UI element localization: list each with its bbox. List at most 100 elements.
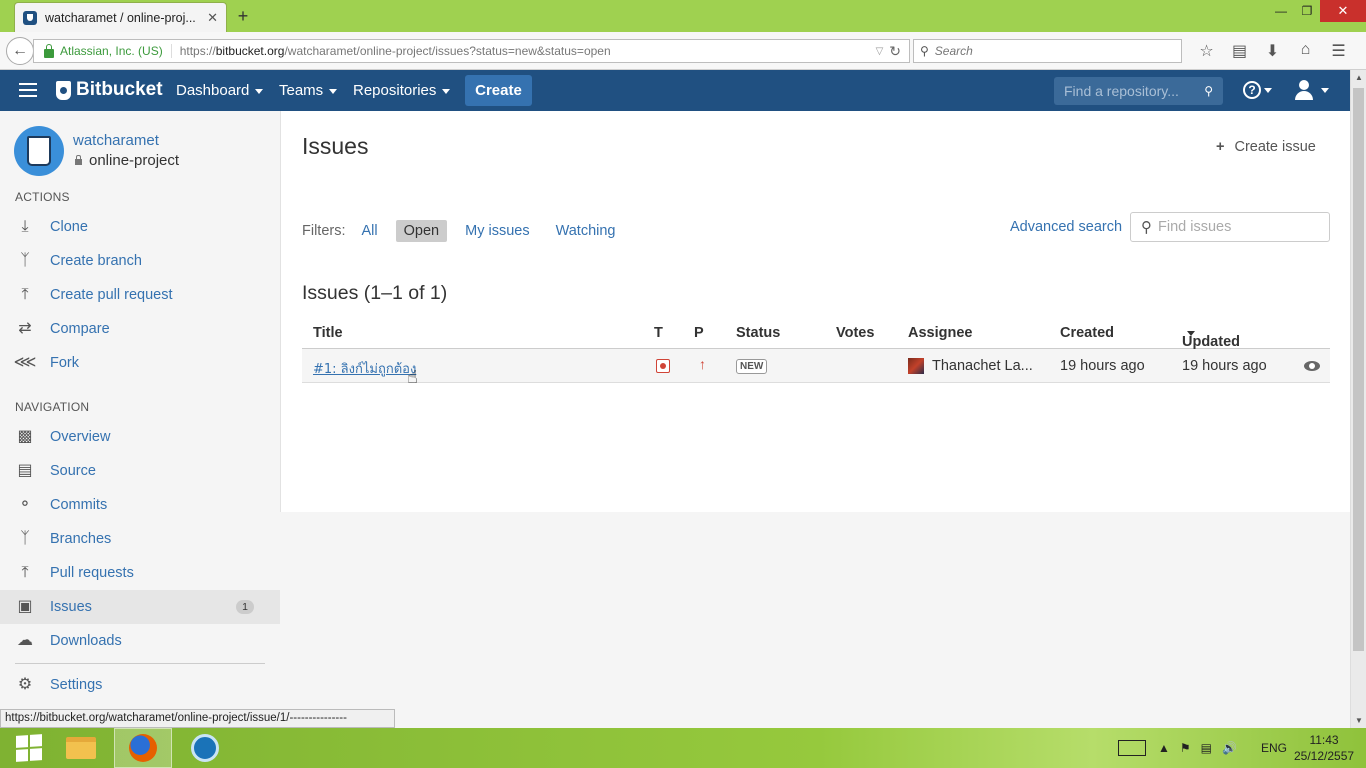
taskbar-file-explorer[interactable] bbox=[52, 728, 110, 768]
sidebar-item-pull-requests[interactable]: ⤒ Pull requests bbox=[0, 556, 280, 590]
filter-my-issues[interactable]: My issues bbox=[465, 223, 529, 239]
scroll-down-icon[interactable]: ▼ bbox=[1355, 716, 1363, 725]
create-button[interactable]: Create bbox=[465, 75, 532, 106]
window-close-button[interactable]: ✕ bbox=[1320, 0, 1366, 22]
filter-watching[interactable]: Watching bbox=[556, 223, 616, 239]
window-controls: — ❐ ✕ bbox=[1268, 0, 1366, 22]
scrollbar-thumb[interactable] bbox=[1353, 88, 1364, 651]
sidebar-item-compare[interactable]: ⇄ Compare bbox=[0, 312, 280, 346]
priority-major-icon: ↑ bbox=[699, 356, 706, 372]
nav-teams[interactable]: Teams bbox=[279, 82, 337, 99]
minimize-button[interactable]: — bbox=[1268, 0, 1294, 22]
column-priority[interactable]: P bbox=[694, 325, 704, 341]
sidebar-item-settings[interactable]: ⚙ Settings bbox=[0, 668, 280, 702]
bitbucket-favicon-icon bbox=[23, 10, 37, 25]
reload-icon[interactable]: ↻ bbox=[889, 43, 901, 60]
bitbucket-logo[interactable]: Bitbucket bbox=[56, 79, 163, 101]
sidebar-item-branches[interactable]: ᛉ Branches bbox=[0, 522, 280, 556]
clock-time: 11:43 bbox=[1309, 733, 1339, 747]
filter-all[interactable]: All bbox=[362, 223, 378, 239]
create-branch-icon: ᛉ bbox=[20, 252, 30, 269]
filter-open[interactable]: Open bbox=[395, 220, 448, 242]
status-badge[interactable]: NEW bbox=[736, 359, 768, 374]
start-button[interactable] bbox=[0, 728, 58, 768]
repository-owner-link[interactable]: watcharamet bbox=[73, 132, 159, 149]
column-type[interactable]: T bbox=[654, 325, 663, 341]
site-identity[interactable]: Atlassian, Inc. (US) bbox=[60, 44, 172, 58]
create-issue-button[interactable]: + Create issue bbox=[1216, 139, 1316, 155]
sidebar-item-overview[interactable]: ▩ Overview bbox=[0, 420, 280, 454]
windows-logo-icon bbox=[16, 734, 42, 762]
column-updated-label: Updated bbox=[1182, 334, 1240, 350]
repository-avatar[interactable] bbox=[14, 126, 64, 176]
search-placeholder: Search bbox=[934, 44, 973, 58]
browser-search-input[interactable]: ⚲ Search bbox=[913, 39, 1182, 63]
table-row[interactable]: #1: ลิงก์ไม่ถูกต้อง ↑ NEW Thanachet La..… bbox=[302, 349, 1330, 383]
column-title[interactable]: Title bbox=[313, 325, 343, 341]
taskbar-sourcetree[interactable] bbox=[176, 728, 234, 768]
url-history-dropdown-icon[interactable]: ▽ bbox=[876, 46, 884, 57]
help-icon[interactable]: ? bbox=[1243, 81, 1261, 99]
updated-cell: 19 hours ago bbox=[1182, 358, 1267, 374]
home-icon[interactable]: ⌂ bbox=[1289, 41, 1322, 61]
advanced-search-link[interactable]: Advanced search bbox=[1010, 219, 1122, 235]
volume-icon[interactable]: 🔊 bbox=[1222, 741, 1237, 755]
sidebar-item-create-pull-request[interactable]: ⤒ Create pull request bbox=[0, 278, 280, 312]
help-dropdown-icon[interactable] bbox=[1264, 88, 1272, 93]
downloads-icon: ☁ bbox=[17, 632, 33, 649]
url-bar[interactable]: Atlassian, Inc. (US) https://bitbucket.o… bbox=[33, 39, 910, 63]
repository-name[interactable]: online-project bbox=[75, 152, 179, 169]
watch-eye-icon[interactable] bbox=[1304, 361, 1320, 371]
scroll-up-icon[interactable]: ▲ bbox=[1355, 73, 1363, 82]
url-path: /watcharamet/online-project/issues?statu… bbox=[284, 44, 611, 58]
menu-icon[interactable]: ☰ bbox=[1322, 41, 1355, 61]
sidebar-item-issues[interactable]: ▣ Issues 1 bbox=[0, 590, 280, 624]
user-dropdown-icon[interactable] bbox=[1321, 88, 1329, 93]
user-avatar-icon[interactable] bbox=[1295, 80, 1313, 100]
browser-tab[interactable]: watcharamet / online-proj... ✕ bbox=[14, 2, 227, 32]
plus-icon: + bbox=[1216, 139, 1225, 155]
column-updated[interactable]: Updated bbox=[1182, 325, 1240, 350]
new-tab-button[interactable]: + bbox=[234, 6, 252, 27]
touch-keyboard-icon[interactable] bbox=[1118, 740, 1146, 756]
nav-dashboard[interactable]: Dashboard bbox=[176, 82, 263, 99]
taskbar-firefox[interactable] bbox=[114, 728, 172, 768]
find-issues-placeholder: Find issues bbox=[1158, 219, 1232, 235]
find-issues-input[interactable]: ⚲ Find issues bbox=[1130, 212, 1330, 242]
navigation-heading: NAVIGATION bbox=[15, 400, 90, 414]
back-button[interactable]: ← bbox=[6, 37, 34, 65]
hamburger-menu-icon[interactable] bbox=[19, 83, 37, 97]
restore-button[interactable]: ❐ bbox=[1294, 0, 1320, 22]
sidebar-item-downloads[interactable]: ☁ Downloads bbox=[0, 624, 280, 658]
download-icon[interactable]: ⬇ bbox=[1256, 41, 1289, 61]
bitbucket-header: Bitbucket Dashboard Teams Repositories C… bbox=[0, 70, 1350, 111]
bookmark-star-icon[interactable]: ☆ bbox=[1190, 41, 1223, 61]
show-hidden-icons-icon[interactable]: ▲ bbox=[1158, 741, 1170, 755]
input-language[interactable]: ENG bbox=[1261, 741, 1287, 755]
action-center-flag-icon[interactable]: ⚑ bbox=[1180, 741, 1191, 755]
search-icon: ⚲ bbox=[1204, 84, 1213, 98]
assignee-avatar bbox=[908, 358, 924, 374]
column-created[interactable]: Created bbox=[1060, 325, 1114, 341]
reading-list-icon[interactable]: ▤ bbox=[1223, 41, 1256, 61]
taskbar-clock[interactable]: 11:43 25/12/2557 bbox=[1294, 732, 1354, 764]
compare-icon: ⇄ bbox=[18, 320, 32, 337]
vertical-scrollbar[interactable]: ▲ ▼ bbox=[1350, 70, 1366, 728]
column-status[interactable]: Status bbox=[736, 325, 780, 341]
repository-search-input[interactable]: Find a repository... ⚲ bbox=[1054, 77, 1223, 105]
sidebar-item-create-branch[interactable]: ᛉ Create branch bbox=[0, 244, 280, 278]
sidebar-item-commits[interactable]: ⚬ Commits bbox=[0, 488, 280, 522]
page-title: Issues bbox=[302, 133, 369, 159]
sidebar-item-source[interactable]: ▤ Source bbox=[0, 454, 280, 488]
settings-icon: ⚙ bbox=[17, 676, 33, 693]
url-text[interactable]: https://bitbucket.org/watcharamet/online… bbox=[180, 44, 876, 58]
column-assignee[interactable]: Assignee bbox=[908, 325, 972, 341]
sidebar-item-fork[interactable]: ⋘ Fork bbox=[0, 346, 280, 380]
issue-title-link[interactable]: #1: ลิงก์ไม่ถูกต้อง bbox=[313, 358, 416, 379]
network-icon[interactable]: ▤ bbox=[1201, 741, 1212, 755]
sidebar-item-clone[interactable]: ⤓ Clone bbox=[0, 210, 280, 244]
assignee-cell[interactable]: Thanachet La... bbox=[908, 358, 1033, 374]
tab-close-icon[interactable]: ✕ bbox=[207, 10, 218, 26]
column-votes[interactable]: Votes bbox=[836, 325, 874, 341]
nav-repositories[interactable]: Repositories bbox=[353, 82, 450, 99]
